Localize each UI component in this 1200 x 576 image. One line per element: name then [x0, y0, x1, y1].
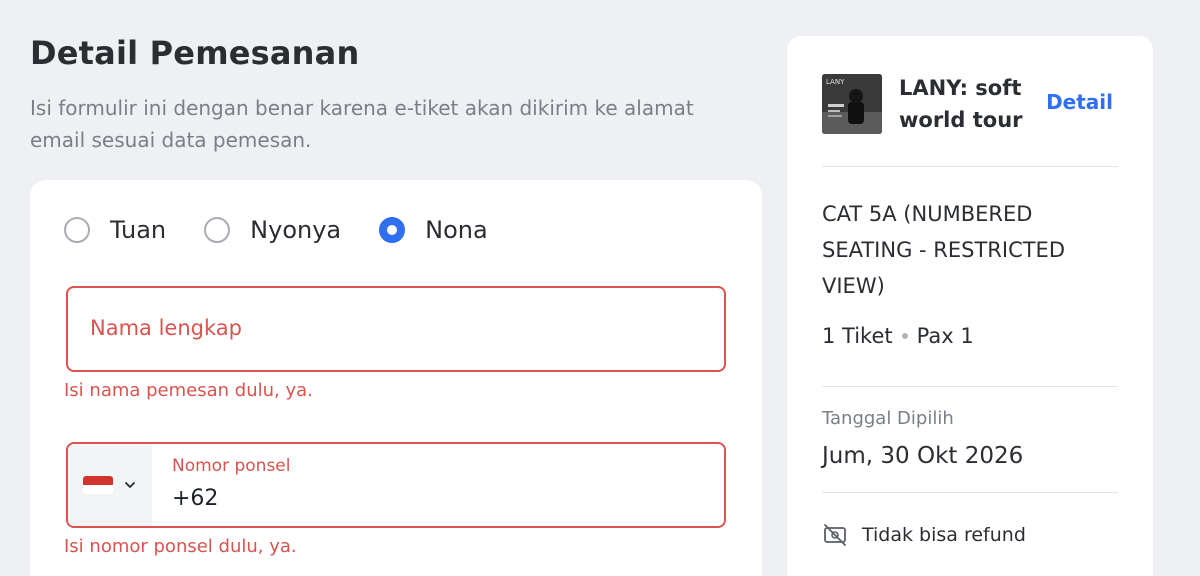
full-name-placeholder: Nama lengkap	[90, 316, 242, 340]
bullet-separator	[901, 333, 908, 339]
full-name-input[interactable]: Nama lengkap	[66, 286, 726, 372]
radio-checked-dot	[387, 225, 398, 235]
order-summary-card: LANY LANY: soft world tour Detail CAT 5A…	[787, 36, 1153, 576]
event-thumbnail-text: LANY	[826, 78, 845, 86]
phone-label: Nomor ponsel	[172, 456, 291, 476]
radio-nona[interactable]	[379, 217, 406, 243]
phone-value: +62	[172, 486, 219, 511]
selected-date-label: Tanggal Dipilih	[822, 408, 954, 429]
radio-label-nyonya: Nyonya	[250, 216, 342, 244]
event-detail-link[interactable]: Detail	[1046, 90, 1113, 114]
event-title: LANY: soft world tour	[899, 76, 1023, 132]
page-title: Detail Pemesanan	[30, 34, 360, 72]
event-thumbnail: LANY	[822, 74, 882, 134]
phone-error: Isi nomor ponsel dulu, ya.	[64, 536, 297, 557]
page-subtitle: Isi formulir ini dengan benar karena e-t…	[30, 96, 694, 152]
divider	[822, 386, 1118, 387]
title-radio-group: Tuan Nyonya Nona	[64, 216, 526, 244]
phone-input[interactable]: Nomor ponsel +62	[66, 442, 726, 528]
radio-label-nona: Nona	[425, 216, 488, 244]
radio-tuan[interactable]	[64, 217, 90, 243]
full-name-error: Isi nama pemesan dulu, ya.	[64, 380, 313, 401]
divider	[822, 166, 1118, 167]
no-refund-icon	[824, 524, 846, 546]
refund-policy-text: Tidak bisa refund	[862, 524, 1026, 546]
radio-option-nona[interactable]: Nona	[379, 216, 488, 244]
booking-form-card: Tuan Nyonya Nona Nama lengkap Isi nama p…	[30, 180, 762, 576]
event-poster-image: LANY	[822, 74, 882, 134]
radio-option-nyonya[interactable]: Nyonya	[204, 216, 341, 244]
ticket-count: 1 Tiket	[822, 324, 893, 348]
radio-label-tuan: Tuan	[110, 216, 167, 244]
divider	[822, 492, 1118, 493]
indonesia-flag-icon	[83, 476, 113, 494]
country-code-selector[interactable]	[68, 444, 152, 526]
chevron-down-icon	[125, 482, 135, 488]
selected-date-value: Jum, 30 Okt 2026	[822, 443, 1024, 469]
radio-nyonya[interactable]	[204, 217, 231, 243]
ticket-quantity: 1 Tiket Pax 1	[822, 324, 974, 348]
refund-policy: Tidak bisa refund	[822, 522, 1026, 548]
radio-option-tuan[interactable]: Tuan	[64, 216, 166, 244]
ticket-category: CAT 5A (NUMBERED SEATING - RESTRICTED VI…	[822, 202, 1065, 298]
pax-count: Pax 1	[916, 324, 974, 348]
booking-page: Detail Pemesanan Isi formulir ini dengan…	[0, 0, 1200, 576]
